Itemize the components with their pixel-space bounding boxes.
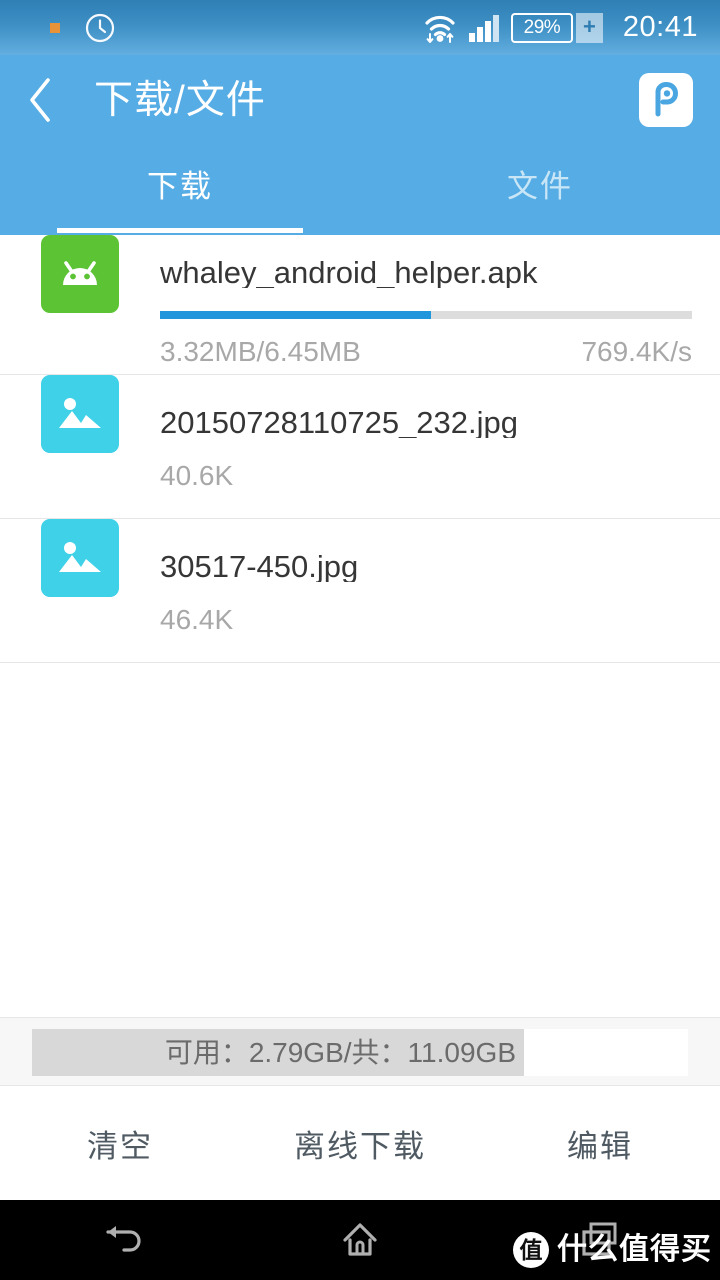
tab-downloads-label: 下载 <box>147 168 213 204</box>
image-picture-glyph <box>53 387 107 441</box>
nav-back-button[interactable] <box>0 1218 240 1262</box>
action-bar: 清空 离线下载 编辑 <box>0 1086 720 1200</box>
download-size-label: 3.32MB/6.45MB <box>160 336 361 367</box>
app-header: 下载/文件 下载 文件 <box>0 55 720 235</box>
battery-icon: 29% <box>510 12 573 43</box>
notification-dot-icon <box>50 22 60 33</box>
image-picture-glyph <box>53 531 107 585</box>
tab-downloads[interactable]: 下载 <box>0 145 360 235</box>
nav-home-icon <box>338 1218 382 1262</box>
file-icon-cell <box>0 235 160 313</box>
file-size-label: 40.6K <box>160 460 234 491</box>
nav-back-icon <box>98 1218 142 1262</box>
file-name: 30517-450.jpg <box>160 549 359 582</box>
tab-files-label: 文件 <box>507 168 573 204</box>
image-picture-icon <box>41 519 119 597</box>
status-bar-left <box>22 12 116 44</box>
back-button[interactable] <box>0 55 80 145</box>
active-tab-indicator <box>57 228 303 233</box>
status-bar-clock: 20:41 <box>622 11 698 43</box>
download-progress-bar <box>160 311 692 319</box>
offline-download-button[interactable]: 离线下载 <box>240 1121 480 1166</box>
chevron-left-icon <box>27 77 53 123</box>
watermark: 值 什么值得买 <box>513 1232 712 1268</box>
cellular-signal-icon <box>468 14 500 42</box>
download-progress-fill <box>160 311 432 319</box>
battery-indicator: 29% + <box>510 12 603 43</box>
file-size-label: 46.4K <box>160 604 234 635</box>
tabs-row: 下载 文件 <box>0 145 720 235</box>
status-bar-right: 29% + 20:41 <box>423 12 698 44</box>
storage-bar-track: 可用：2.79GB/共：11.09GB <box>32 1029 688 1076</box>
download-speed-label: 769.4K/s <box>581 336 692 367</box>
storage-section: 可用：2.79GB/共：11.09GB <box>0 1017 720 1086</box>
file-info: 20150728110725_232.jpg 40.6K <box>160 375 720 490</box>
status-bar: 29% + 20:41 <box>0 0 720 55</box>
battery-percent-label: 29% <box>523 17 561 38</box>
file-icon-cell <box>0 375 160 453</box>
file-name: 20150728110725_232.jpg <box>160 405 519 438</box>
file-info: 30517-450.jpg 46.4K <box>160 519 720 634</box>
storage-bar-fill: 可用：2.79GB/共：11.09GB <box>32 1029 524 1076</box>
charging-icon: + <box>575 12 603 43</box>
file-icon-cell <box>0 519 160 597</box>
table-row[interactable]: 20150728110725_232.jpg 40.6K <box>0 375 720 518</box>
table-row[interactable]: 30517-450.jpg 46.4K <box>0 519 720 662</box>
file-name: whaley_android_helper.apk <box>160 255 538 288</box>
edit-button[interactable]: 编辑 <box>480 1121 720 1166</box>
file-list: whaley_android_helper.apk 3.32MB/6.45MB … <box>0 235 720 663</box>
file-info: whaley_android_helper.apk 3.32MB/6.45MB … <box>160 235 720 366</box>
file-meta: 3.32MB/6.45MB 769.4K/s <box>160 338 692 366</box>
nav-home-button[interactable] <box>240 1218 480 1262</box>
watermark-badge: 值 <box>513 1232 549 1268</box>
tab-files[interactable]: 文件 <box>360 145 720 235</box>
clock-icon <box>84 12 116 44</box>
p-logo-icon[interactable] <box>639 73 693 127</box>
android-robot-glyph <box>53 247 107 301</box>
wifi-icon <box>423 12 457 44</box>
title-row: 下载/文件 <box>0 55 720 145</box>
row-divider <box>0 662 720 663</box>
clear-all-button[interactable]: 清空 <box>0 1121 240 1166</box>
image-picture-icon <box>41 375 119 453</box>
phone-screen: 29% + 20:41 下载/文件 下载 文件 whaley_android_h… <box>0 0 720 1280</box>
p-logo-glyph <box>646 80 686 120</box>
storage-label: 可用：2.79GB/共：11.09GB <box>164 1036 516 1068</box>
watermark-text: 什么值得买 <box>557 1233 712 1266</box>
android-robot-icon <box>41 235 119 313</box>
page-title: 下载/文件 <box>94 78 266 122</box>
table-row[interactable]: whaley_android_helper.apk 3.32MB/6.45MB … <box>0 235 720 374</box>
